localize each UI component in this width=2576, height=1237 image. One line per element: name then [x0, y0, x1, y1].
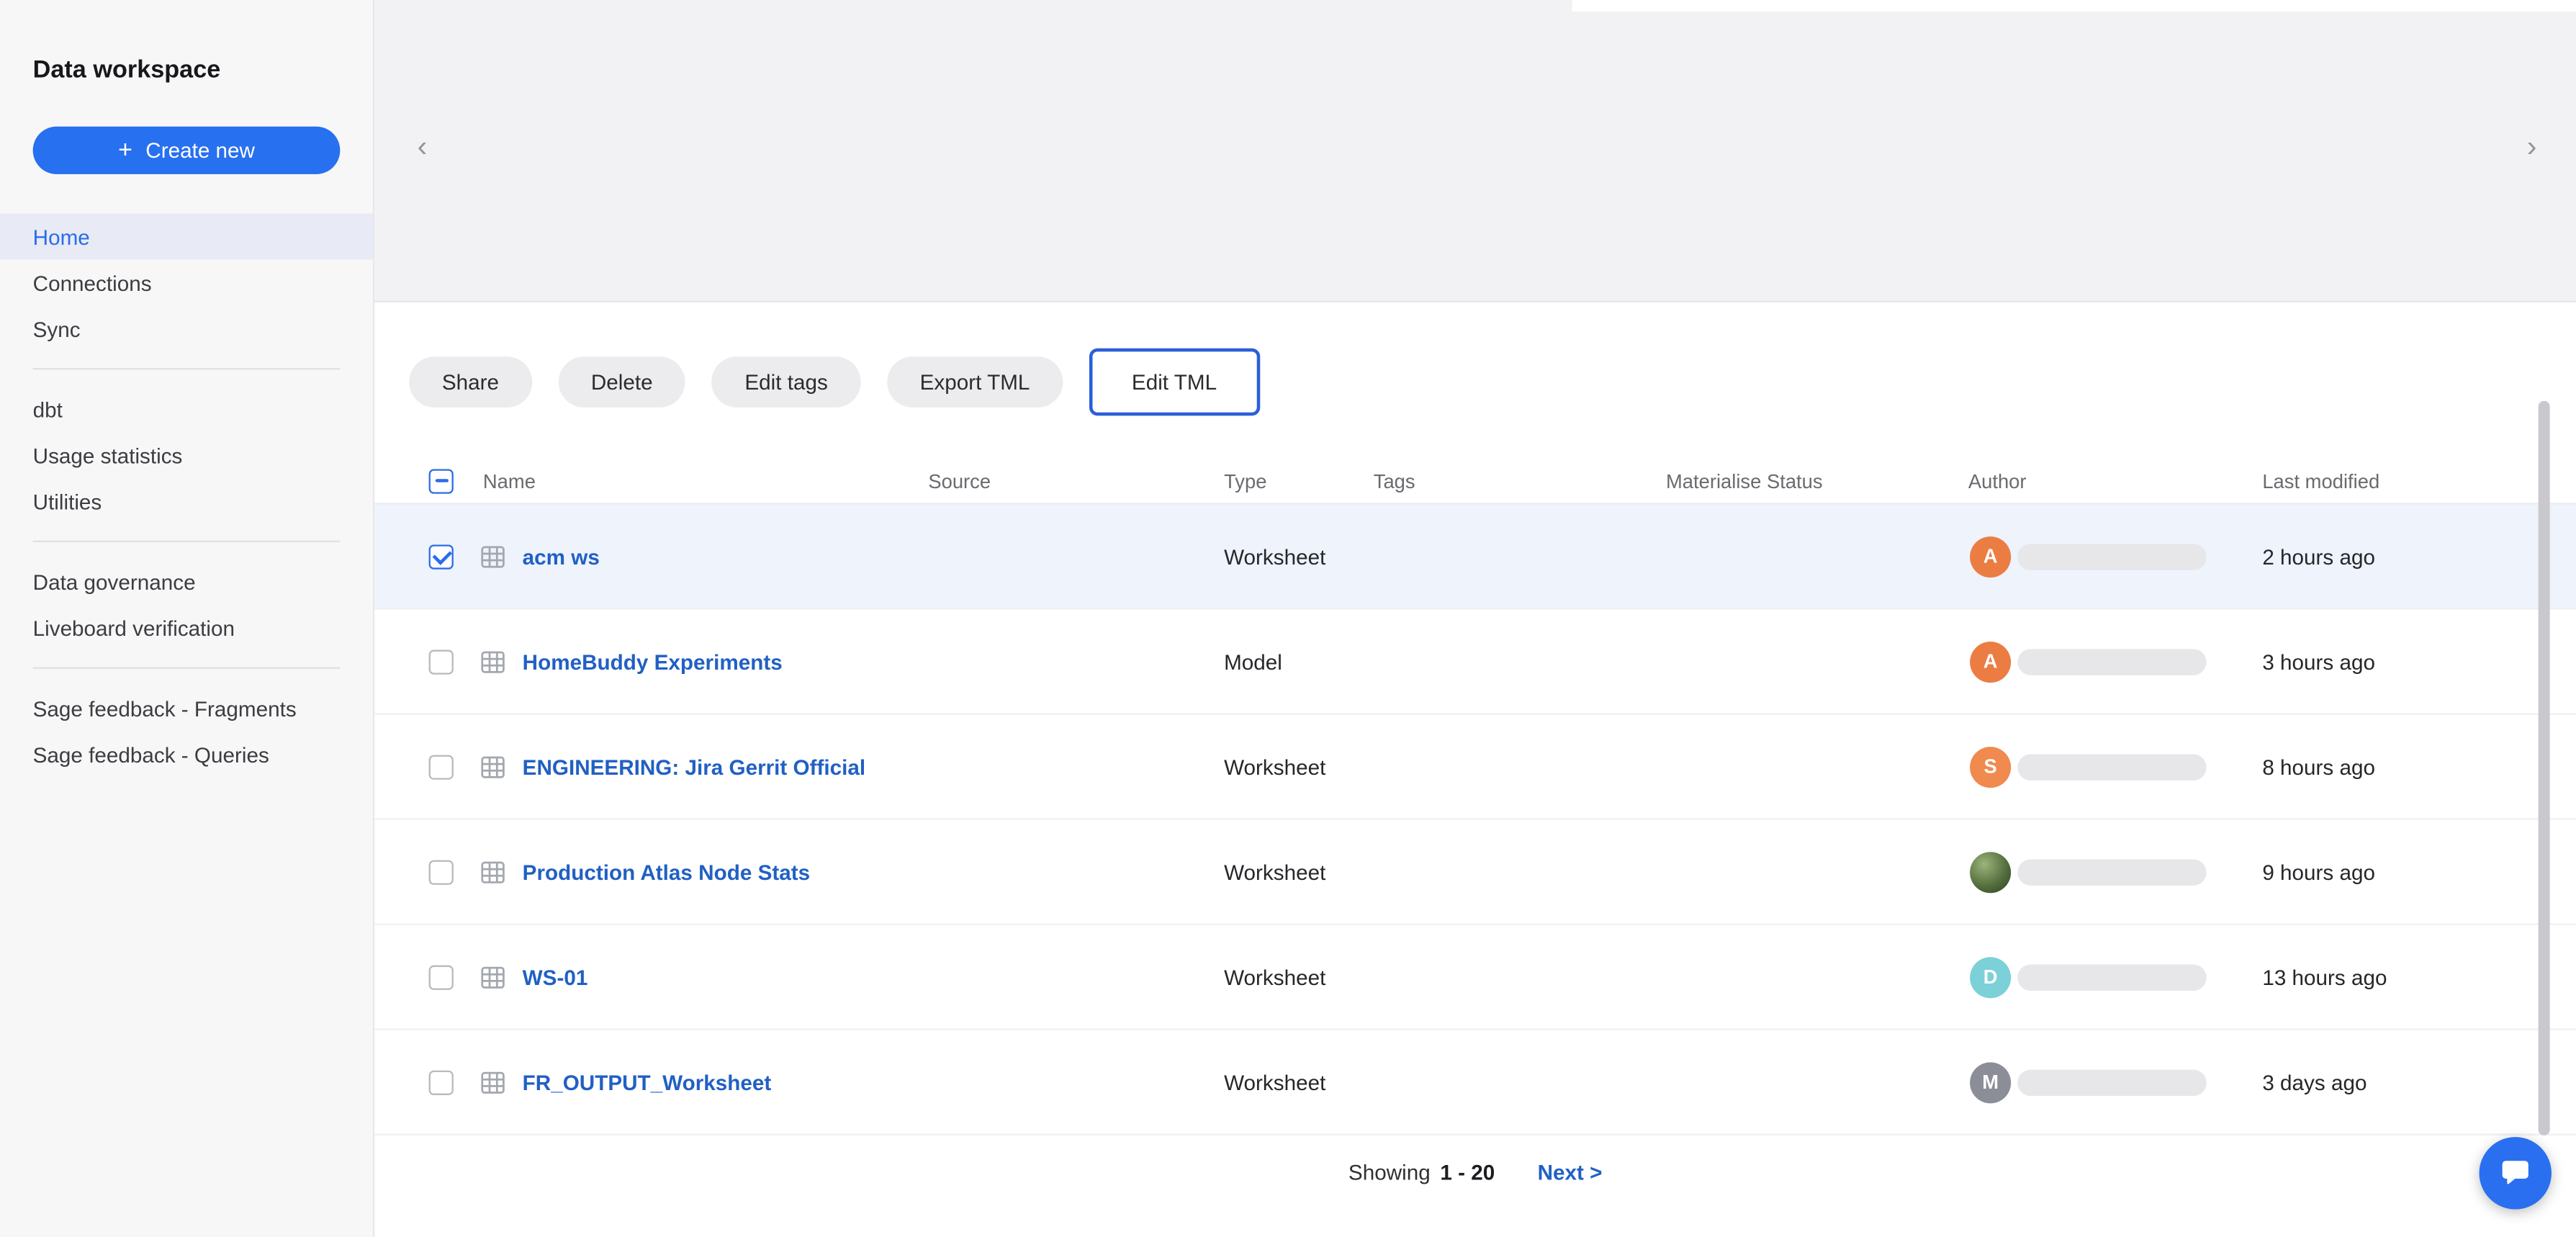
author-name-redacted [2017, 648, 2206, 675]
sidebar-nav: HomeConnectionsSync dbtUsage statisticsUt… [0, 214, 373, 778]
share-button[interactable]: Share [409, 356, 531, 408]
sidebar-item-sage-feedback-queries[interactable]: Sage feedback - Queries [0, 731, 373, 777]
app-window: Data workspace + Create new HomeConnecti… [0, 0, 2576, 1237]
table-row[interactable]: WS-01 Worksheet D 13 hours ago [374, 925, 2576, 1030]
item-type: Worksheet [1224, 965, 1325, 989]
sidebar-item-sync[interactable]: Sync [0, 305, 373, 351]
delete-button[interactable]: Delete [558, 356, 685, 408]
next-page-link[interactable]: Next > [1538, 1160, 1603, 1184]
create-new-button[interactable]: + Create new [33, 127, 341, 174]
table-body: acm ws Worksheet A 2 hours ago HomeBuddy… [374, 505, 2576, 1135]
sidebar-divider [33, 368, 341, 369]
item-name-link[interactable]: WS-01 [523, 965, 588, 989]
last-modified-text: 3 days ago [2262, 1070, 2366, 1094]
table-row[interactable]: HomeBuddy Experiments Model A 3 hours ag… [374, 610, 2576, 715]
worksheet-grid-icon [479, 1069, 506, 1095]
worksheet-grid-icon [479, 543, 506, 570]
sidebar-item-home[interactable]: Home [0, 214, 373, 260]
edit-tml-button[interactable]: Edit TML [1099, 356, 1249, 408]
table-row[interactable]: ENGINEERING: Jira Gerrit Official Worksh… [374, 715, 2576, 820]
author-avatar: D [1970, 956, 2011, 997]
row-checkbox[interactable] [429, 1070, 454, 1094]
row-checkbox[interactable] [429, 544, 454, 568]
create-new-label: Create new [145, 138, 255, 163]
author-avatar: M [1970, 1061, 2011, 1102]
item-type: Worksheet [1224, 859, 1325, 883]
author-name-redacted [2017, 1069, 2206, 1095]
showing-range: 1 - 20 [1440, 1160, 1495, 1184]
select-all-checkbox[interactable] [429, 468, 454, 492]
column-header-tags: Tags [1374, 469, 1415, 492]
sidebar-divider [33, 667, 341, 668]
author-avatar: A [1970, 536, 2011, 577]
sidebar-item-connections[interactable]: Connections [0, 260, 373, 306]
chat-bubble-icon [2499, 1157, 2532, 1190]
row-checkbox[interactable] [429, 965, 454, 989]
export-tml-button[interactable]: Export TML [887, 356, 1063, 408]
item-name-link[interactable]: ENGINEERING: Jira Gerrit Official [523, 754, 865, 778]
author-name-redacted [2017, 753, 2206, 780]
table-row[interactable]: FR_OUTPUT_Worksheet Worksheet M 3 days a… [374, 1030, 2576, 1135]
column-header-last-modified: Last modified [2262, 469, 2379, 492]
item-type: Worksheet [1224, 754, 1325, 778]
focus-ring: Edit TML [1089, 348, 1260, 416]
plus-icon: + [118, 138, 132, 163]
pagination: Showing 1 - 20 Next > [374, 1160, 2576, 1184]
sidebar-item-liveboard-verification[interactable]: Liveboard verification [0, 605, 373, 651]
worksheet-grid-icon [479, 963, 506, 990]
column-header-author: Author [1968, 469, 2027, 492]
item-type: Worksheet [1224, 1070, 1325, 1094]
sidebar-item-usage-statistics[interactable]: Usage statistics [0, 432, 373, 478]
row-checkbox[interactable] [429, 754, 454, 778]
scrollbar-thumb[interactable] [2539, 401, 2550, 1135]
item-name-link[interactable]: Production Atlas Node Stats [523, 859, 810, 883]
last-modified-text: 3 hours ago [2262, 649, 2375, 673]
author-name-redacted [2017, 543, 2206, 570]
last-modified-text: 8 hours ago [2262, 754, 2375, 778]
last-modified-text: 2 hours ago [2262, 544, 2375, 568]
author-avatar: S [1970, 746, 2011, 787]
row-checkbox[interactable] [429, 649, 454, 673]
sidebar-item-utilities[interactable]: Utilities [0, 478, 373, 524]
item-type: Worksheet [1224, 544, 1325, 568]
chevron-right-icon[interactable]: › [2527, 132, 2537, 161]
table-header: Name Source Type Tags Materialise Status Auth… [374, 459, 2576, 505]
author-avatar: A [1970, 641, 2011, 682]
worksheet-grid-icon [479, 648, 506, 675]
toolbar: Share Delete Edit tags Export TML Edit TML [409, 348, 2576, 416]
item-type: Model [1224, 649, 1282, 673]
table-row[interactable]: Production Atlas Node Stats Worksheet 9 … [374, 820, 2576, 925]
author-name-redacted [2017, 858, 2206, 885]
last-modified-text: 9 hours ago [2262, 859, 2375, 883]
item-name-link[interactable]: HomeBuddy Experiments [523, 649, 783, 673]
sidebar-item-dbt[interactable]: dbt [0, 386, 373, 432]
sidebar-item-sage-feedback-fragments[interactable]: Sage feedback - Fragments [0, 685, 373, 732]
edit-tags-button[interactable]: Edit tags [712, 356, 861, 408]
main-panel: ‹ › Share Delete Edit tags Export TML Edit T… [374, 0, 2576, 1237]
table-row[interactable]: acm ws Worksheet A 2 hours ago [374, 505, 2576, 610]
item-name-link[interactable]: acm ws [523, 544, 600, 568]
column-header-name: Name [483, 469, 536, 492]
chevron-left-icon[interactable]: ‹ [418, 132, 428, 161]
worksheet-grid-icon [479, 753, 506, 780]
column-header-source: Source [928, 469, 991, 492]
hero-top-gap [1572, 0, 2576, 12]
showing-label: Showing [1348, 1160, 1431, 1184]
sidebar-item-data-governance[interactable]: Data governance [0, 559, 373, 605]
column-header-materialise-status: Materialise Status [1666, 469, 1823, 492]
worksheet-grid-icon [479, 858, 506, 885]
item-name-link[interactable]: FR_OUTPUT_Worksheet [523, 1070, 772, 1094]
chat-launcher-button[interactable] [2480, 1137, 2552, 1209]
author-name-redacted [2017, 963, 2206, 990]
author-avatar-photo [1970, 851, 2011, 892]
row-checkbox[interactable] [429, 859, 454, 883]
column-header-type: Type [1224, 469, 1266, 492]
sidebar-divider [33, 541, 341, 542]
last-modified-text: 13 hours ago [2262, 965, 2387, 989]
workspace-title: Data workspace [33, 56, 341, 84]
carousel-strip: ‹ › [374, 0, 2576, 302]
showing-text: Showing 1 - 20 [1348, 1160, 1495, 1184]
sidebar: Data workspace + Create new HomeConnecti… [0, 0, 374, 1237]
